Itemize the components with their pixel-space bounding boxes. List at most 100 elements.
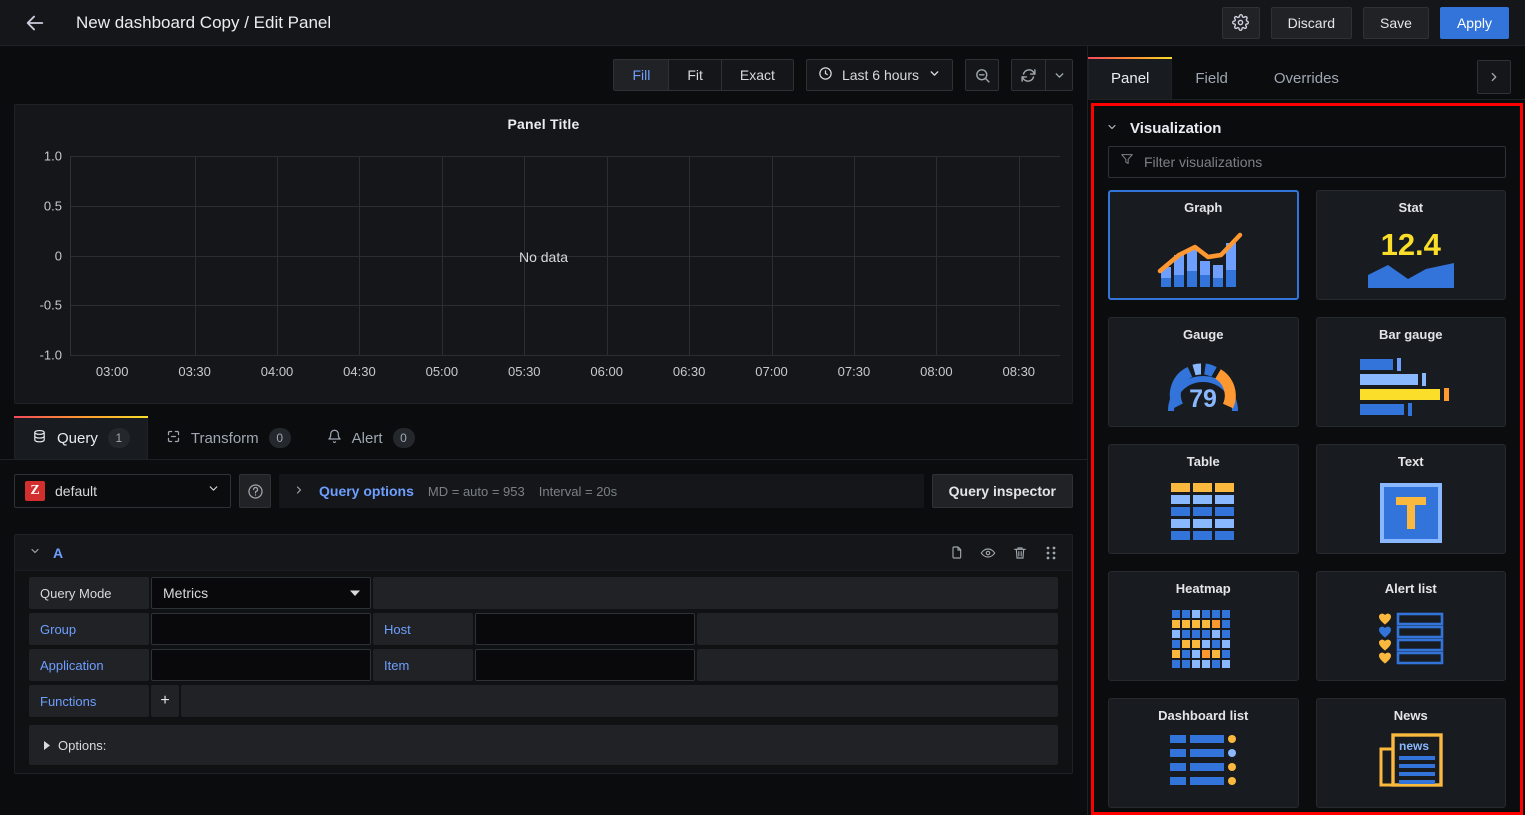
chevron-down-icon [350,585,360,601]
viz-option-gauge[interactable]: Gauge 79 [1108,317,1299,427]
viz-option-heatmap[interactable]: Heatmap [1108,571,1299,681]
tab-overrides[interactable]: Overrides [1251,57,1362,99]
chevron-down-icon [207,482,220,500]
x-gridline [936,156,937,355]
eye-icon[interactable] [980,545,996,561]
zabbix-query-editor: Query Mode Metrics Group [15,571,1072,773]
gauge-viz-icon: 79 [1109,346,1298,426]
x-gridline [607,156,608,355]
viz-option-table-label: Table [1187,454,1220,469]
time-range-picker[interactable]: Last 6 hours [806,59,953,91]
filter-placeholder-text: Filter visualizations [1144,154,1262,170]
question-circle-icon[interactable] [239,474,271,508]
tab-transform[interactable]: Transform 0 [148,416,309,459]
time-range-label: Last 6 hours [842,67,919,83]
tab-transform-label: Transform [191,430,259,447]
functions-label: Functions [29,685,149,717]
clock-icon [818,66,833,84]
max-data-points-label: MD = auto = 953 [428,484,525,499]
plot-wrapper: 1.00.50-0.5-1.003:0003:3004:0004:3005:00… [15,143,1072,403]
viz-option-text[interactable]: Text [1316,444,1507,554]
x-axis-tick-label: 07:30 [838,364,871,379]
query-action-icons [948,545,1058,561]
back-arrow-icon[interactable] [18,6,52,40]
x-gridline [359,156,360,355]
trash-icon[interactable] [1012,545,1028,561]
query-tab-bar: Query 1 Transform 0 [0,416,1087,460]
page-title: New dashboard Copy / Edit Panel [76,13,331,33]
query-ref-id[interactable]: A [53,545,63,561]
query-mode-select[interactable]: Metrics [151,577,371,609]
tab-field[interactable]: Field [1172,57,1251,99]
table-viz-icon [1109,473,1298,553]
query-section: Query 1 Transform 0 [0,404,1087,815]
database-icon [32,429,47,448]
topbar-actions: Discard Save Apply [1222,7,1509,39]
viz-option-news[interactable]: News news [1316,698,1507,808]
y-axis-tick-label: 0.5 [44,198,62,213]
viz-option-heatmap-label: Heatmap [1176,581,1231,596]
collapse-options-pane-button[interactable] [1477,60,1511,94]
datasource-picker[interactable]: Z default [14,474,231,508]
y-axis-tick-label: -0.5 [40,298,62,313]
stat-viz-sparkline [1368,261,1454,288]
size-mode-fit[interactable]: Fit [669,60,722,90]
viz-option-stat[interactable]: Stat 12.4 [1316,190,1507,300]
x-gridline [772,156,773,355]
x-axis-tick-label: 04:00 [261,364,294,379]
x-gridline [854,156,855,355]
y-gridline [71,156,1060,157]
application-input[interactable] [151,649,371,681]
panel-title: Panel Title [15,105,1072,132]
y-gridline [71,206,1060,207]
viz-option-dashboard-list[interactable]: Dashboard list [1108,698,1299,808]
gear-icon[interactable] [1222,7,1260,39]
chevron-down-icon [928,67,941,83]
filter-visualizations-input[interactable]: Filter visualizations [1108,146,1506,178]
size-mode-exact[interactable]: Exact [722,60,793,90]
drag-handle-icon[interactable] [1044,545,1058,561]
zoom-out-icon[interactable] [965,59,999,91]
apply-button[interactable]: Apply [1440,7,1509,39]
options-tab-bar: Panel Field Overrides [1088,46,1525,100]
discard-button[interactable]: Discard [1271,7,1352,39]
viz-option-graph[interactable]: Graph [1108,190,1299,300]
add-function-button[interactable]: + [151,685,179,717]
copy-icon[interactable] [948,545,964,561]
x-axis-tick-label: 08:30 [1003,364,1036,379]
query-inspector-button[interactable]: Query inspector [932,474,1073,508]
item-label: Item [373,649,473,681]
tab-panel[interactable]: Panel [1088,57,1172,99]
datasource-row: Z default [14,474,1073,508]
query-options-bar[interactable]: Query options MD = auto = 953 Interval =… [279,474,924,508]
refresh-icon[interactable] [1011,59,1045,91]
dashboard-list-viz-icon [1109,727,1298,807]
query-options-expander[interactable]: Options: [29,725,1058,765]
refresh-interval-chevron-down-icon[interactable] [1045,59,1073,91]
chevron-down-icon[interactable] [29,545,41,560]
application-label: Application [29,649,149,681]
size-mode-fill[interactable]: Fill [614,60,669,90]
query-options-label[interactable]: Query options [319,483,414,499]
viz-option-alert-list[interactable]: Alert list [1316,571,1507,681]
functions-row-filler [181,685,1058,717]
x-axis-tick-label: 05:30 [508,364,541,379]
item-input[interactable] [475,649,695,681]
heatmap-viz-icon [1109,600,1298,680]
graph-panel[interactable]: Panel Title 1.00.50-0.5-1.003:0003:3004:… [14,104,1073,404]
visualization-picker: Visualization Filter visualizations Grap… [1091,103,1523,815]
panel-size-radio-group: Fill Fit Exact [613,59,793,91]
host-input[interactable] [475,613,695,645]
viz-option-bar-gauge-label: Bar gauge [1379,327,1443,342]
viz-option-bar-gauge[interactable]: Bar gauge [1316,317,1507,427]
visualization-section-header[interactable]: Visualization [1094,106,1520,146]
tab-query[interactable]: Query 1 [14,416,148,459]
tab-alert[interactable]: Alert 0 [309,416,433,459]
x-axis-tick-label: 04:30 [343,364,376,379]
chevron-right-icon [42,738,51,753]
datasource-name: default [55,483,197,499]
x-axis-tick-label: 06:00 [590,364,623,379]
viz-option-table[interactable]: Table [1108,444,1299,554]
save-button[interactable]: Save [1363,7,1429,39]
group-input[interactable] [151,613,371,645]
